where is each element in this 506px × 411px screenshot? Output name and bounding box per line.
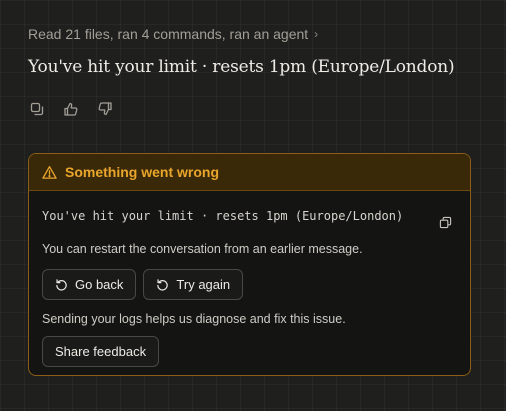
- copy-message-button[interactable]: [28, 100, 46, 118]
- copy-icon: [30, 102, 44, 116]
- try-again-label: Try again: [176, 277, 231, 292]
- share-feedback-button[interactable]: Share feedback: [42, 336, 160, 367]
- tool-summary-text: Read 21 files, ran 4 commands, ran an ag…: [28, 26, 309, 42]
- copy-error-icon[interactable]: [439, 216, 452, 229]
- error-card: Something went wrong You've hit your lim…: [28, 153, 471, 376]
- tool-summary-toggle[interactable]: Read 21 files, ran 4 commands, ran an ag…: [28, 26, 318, 42]
- retry-icon: [157, 279, 169, 291]
- chevron-right-icon: ›: [314, 27, 319, 41]
- warning-triangle-icon: [42, 165, 57, 179]
- feedback-row: Share feedback: [42, 336, 160, 367]
- go-back-button[interactable]: Go back: [42, 269, 137, 300]
- restart-hint: You can restart the conversation from an…: [42, 242, 363, 256]
- error-code: You've hit your limit · resets 1pm (Euro…: [42, 208, 404, 223]
- message-actions: [28, 100, 114, 118]
- thumbs-down-icon: [98, 102, 112, 116]
- logs-hint: Sending your logs helps us diagnose and …: [42, 312, 346, 326]
- thumbs-up-icon: [64, 102, 78, 116]
- thumbs-up-button[interactable]: [62, 100, 80, 118]
- undo-icon: [56, 279, 67, 291]
- assistant-message: You've hit your limit · resets 1pm (Euro…: [28, 57, 455, 77]
- recovery-buttons: Go back Try again: [42, 269, 244, 300]
- go-back-label: Go back: [75, 277, 124, 292]
- error-title: Something went wrong: [65, 164, 219, 180]
- thumbs-down-button[interactable]: [96, 100, 114, 118]
- error-header: Something went wrong: [29, 154, 470, 191]
- error-code-row: You've hit your limit · resets 1pm (Euro…: [42, 202, 452, 229]
- try-again-button[interactable]: Try again: [143, 269, 244, 300]
